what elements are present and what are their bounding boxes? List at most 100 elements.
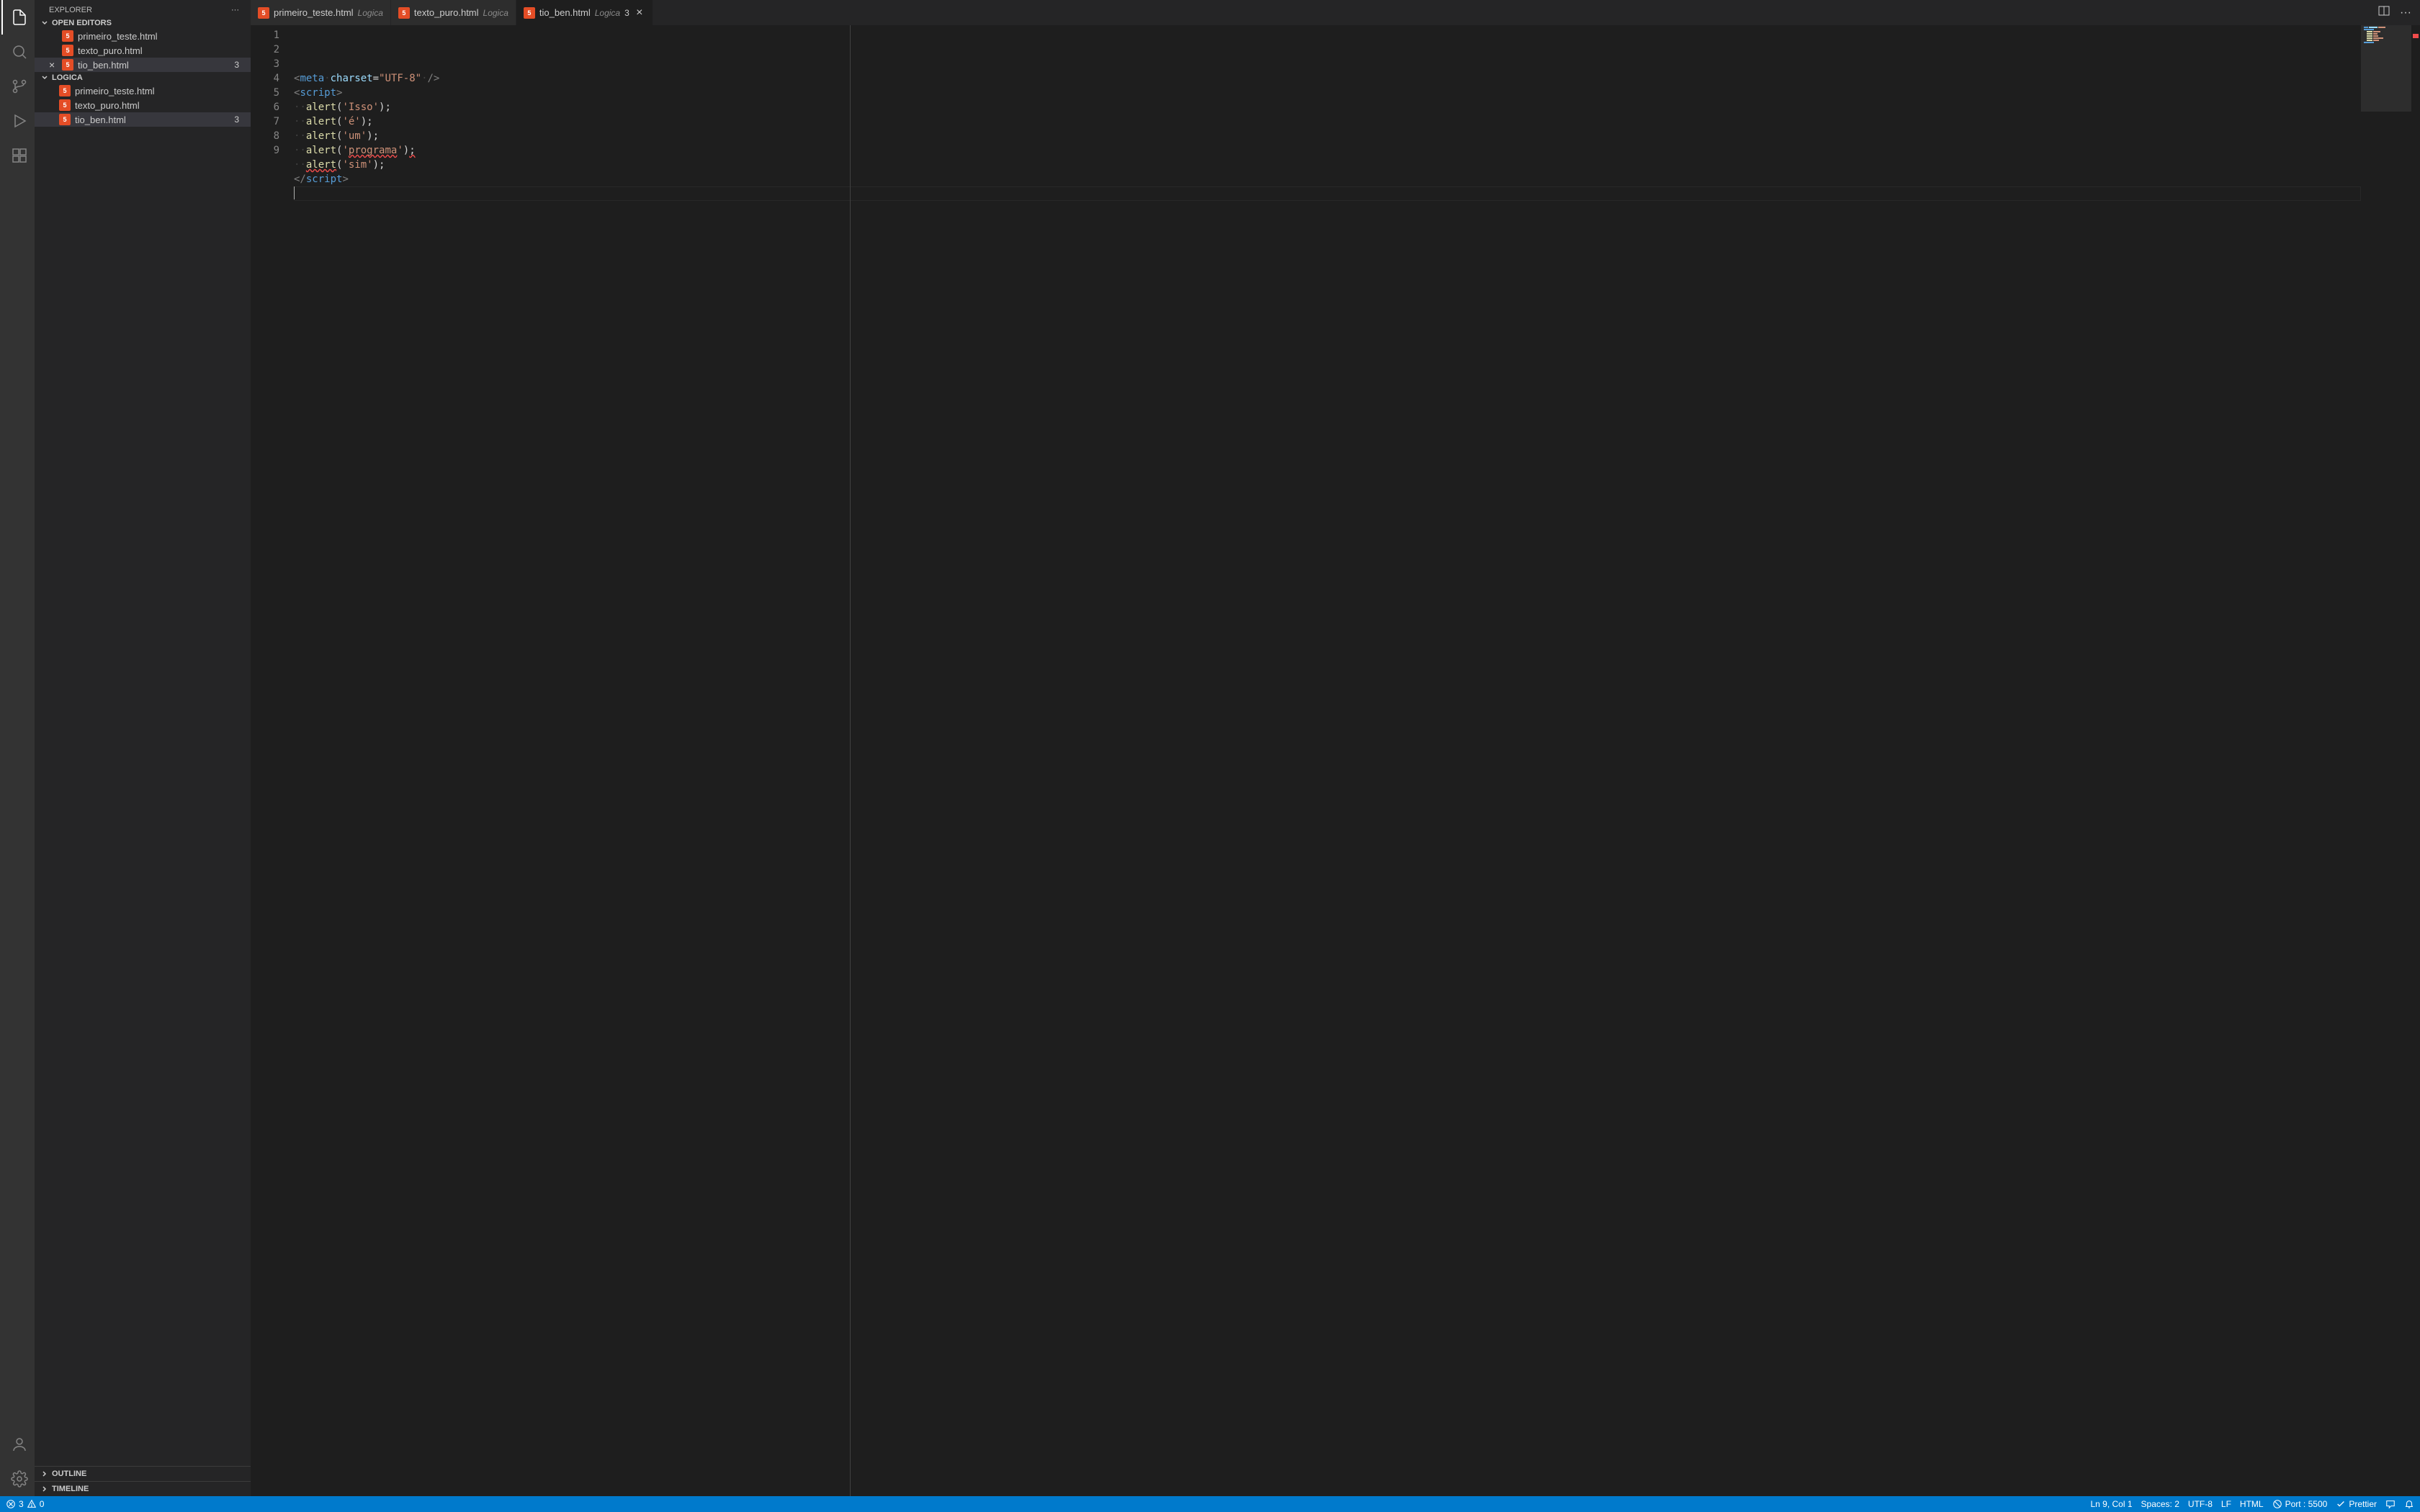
broadcast-icon xyxy=(2272,1499,2282,1509)
file-label: tio_ben.html xyxy=(78,60,230,71)
line-number[interactable]: 1 xyxy=(251,28,279,42)
status-indentation[interactable]: Spaces: 2 xyxy=(2141,1499,2179,1509)
close-icon[interactable]: × xyxy=(634,6,645,19)
open-editor-item[interactable]: ×5texto_puro.html xyxy=(35,43,251,58)
html-file-icon: 5 xyxy=(524,7,535,19)
line-number[interactable]: 4 xyxy=(251,71,279,86)
tab-label: tio_ben.html xyxy=(539,7,591,18)
status-problems[interactable]: 3 0 xyxy=(6,1499,44,1509)
error-marker[interactable] xyxy=(2413,34,2419,38)
file-tree-item[interactable]: 5 tio_ben.html 3 xyxy=(35,112,251,127)
tab-description: Logica xyxy=(483,8,508,18)
git-branch-icon xyxy=(11,78,28,95)
warning-icon xyxy=(27,1499,37,1509)
file-label: primeiro_teste.html xyxy=(78,31,245,42)
status-eol[interactable]: LF xyxy=(2221,1499,2231,1509)
status-cursor-position[interactable]: Ln 9, Col 1 xyxy=(2090,1499,2132,1509)
explorer-more-actions[interactable]: ··· xyxy=(231,6,239,14)
gear-icon xyxy=(11,1470,28,1488)
code-line[interactable]: ··alert('sim'); xyxy=(294,158,2361,172)
line-number-gutter[interactable]: 123456789 xyxy=(251,25,294,1496)
chevron-right-icon xyxy=(40,1470,49,1478)
html-file-icon: 5 xyxy=(62,59,73,71)
files-icon xyxy=(11,9,28,26)
file-label: primeiro_teste.html xyxy=(75,86,245,96)
minimap[interactable] xyxy=(2361,25,2411,1496)
bell-icon xyxy=(2404,1499,2414,1509)
file-label: texto_puro.html xyxy=(75,100,245,111)
account-icon xyxy=(11,1436,28,1453)
line-number[interactable]: 2 xyxy=(251,42,279,57)
activity-bar xyxy=(0,0,35,1496)
code-line[interactable]: ··alert('Isso'); xyxy=(294,100,2361,114)
activity-source-control[interactable] xyxy=(1,69,36,104)
code-line[interactable]: <script> xyxy=(294,86,2361,100)
activity-run-debug[interactable] xyxy=(1,104,36,138)
sidebar-explorer: EXPLORER ··· OPEN EDITORS × 5 primeiro_tes… xyxy=(35,0,251,1496)
code-line[interactable]: <meta·charset="UTF-8"·/> xyxy=(294,71,2361,86)
chevron-down-icon xyxy=(40,19,49,27)
feedback-icon xyxy=(2385,1499,2396,1509)
activity-explorer[interactable] xyxy=(1,0,36,35)
status-live-server[interactable]: Port : 5500 xyxy=(2272,1499,2328,1509)
status-prettier[interactable]: Prettier xyxy=(2336,1499,2377,1509)
code-line[interactable]: ··alert('é'); xyxy=(294,114,2361,129)
code-line[interactable]: ··alert('programa'); xyxy=(294,143,2361,158)
section-timeline[interactable]: TIMELINE xyxy=(35,1481,251,1496)
tab-problem-badge: 3 xyxy=(624,8,629,18)
status-encoding[interactable]: UTF-8 xyxy=(2188,1499,2213,1509)
section-folder[interactable]: LOGICA xyxy=(35,72,251,84)
line-number[interactable]: 7 xyxy=(251,114,279,129)
file-label: texto_puro.html xyxy=(78,45,245,56)
open-editor-item[interactable]: × 5 tio_ben.html 3 xyxy=(35,58,251,72)
html-file-icon: 5 xyxy=(59,114,71,125)
html-file-icon: 5 xyxy=(62,45,73,56)
editor-tab[interactable]: 5texto_puro.htmlLogica xyxy=(391,0,516,25)
activity-settings[interactable] xyxy=(1,1462,36,1496)
sidebar-title: EXPLORER xyxy=(49,6,92,14)
problem-badge: 3 xyxy=(234,114,245,125)
html-file-icon: 5 xyxy=(59,85,71,96)
problem-badge: 3 xyxy=(234,60,245,70)
line-number[interactable]: 5 xyxy=(251,86,279,100)
editor-tabs: 5 primeiro_teste.html Logica 5 texto_puro.ht… xyxy=(251,0,2420,25)
status-bar: 3 0 Ln 9, Col 1 Spaces: 2 UTF-8 LF HTML … xyxy=(0,1496,2420,1512)
code-line[interactable]: ··alert('um'); xyxy=(294,129,2361,143)
editor-content[interactable]: <meta·charset="UTF-8"·/><script>··alert(… xyxy=(294,25,2361,1496)
search-icon xyxy=(11,43,28,60)
line-number[interactable]: 6 xyxy=(251,100,279,114)
check-icon xyxy=(2336,1499,2346,1509)
chevron-down-icon xyxy=(40,73,49,82)
html-file-icon: 5 xyxy=(59,99,71,111)
tab-label: primeiro_teste.html xyxy=(274,7,354,18)
tab-description: Logica xyxy=(595,8,620,18)
html-file-icon: 5 xyxy=(62,30,73,42)
overview-ruler[interactable] xyxy=(2411,25,2420,1496)
file-tree-item[interactable]: 5 texto_puro.html xyxy=(35,98,251,112)
extensions-icon xyxy=(11,147,28,164)
section-open-editors[interactable]: OPEN EDITORS xyxy=(35,17,251,29)
status-language[interactable]: HTML xyxy=(2240,1499,2264,1509)
more-actions-button[interactable]: ··· xyxy=(2400,6,2411,19)
code-line[interactable]: </script> xyxy=(294,172,2361,186)
line-number[interactable]: 9 xyxy=(251,143,279,158)
code-line[interactable] xyxy=(294,186,2361,201)
file-tree-item[interactable]: 5 primeiro_teste.html xyxy=(35,84,251,98)
line-number[interactable]: 8 xyxy=(251,129,279,143)
html-file-icon: 5 xyxy=(258,7,269,19)
activity-search[interactable] xyxy=(1,35,36,69)
status-feedback[interactable] xyxy=(2385,1499,2396,1509)
activity-account[interactable] xyxy=(1,1427,36,1462)
line-number[interactable]: 3 xyxy=(251,57,279,71)
tab-label: texto_puro.html xyxy=(414,7,479,18)
play-bug-icon xyxy=(11,112,28,130)
editor-tab[interactable]: 5primeiro_teste.htmlLogica xyxy=(251,0,391,25)
close-icon[interactable]: × xyxy=(49,59,55,71)
status-notifications[interactable] xyxy=(2404,1499,2414,1509)
activity-extensions[interactable] xyxy=(1,138,36,173)
editor-tab[interactable]: 5 tio_ben.html Logica 3 × xyxy=(516,0,653,25)
open-editor-item[interactable]: ×5primeiro_teste.html xyxy=(35,29,251,43)
file-label: tio_ben.html xyxy=(75,114,230,125)
split-editor-button[interactable] xyxy=(2378,5,2390,20)
section-outline[interactable]: OUTLINE xyxy=(35,1467,251,1481)
